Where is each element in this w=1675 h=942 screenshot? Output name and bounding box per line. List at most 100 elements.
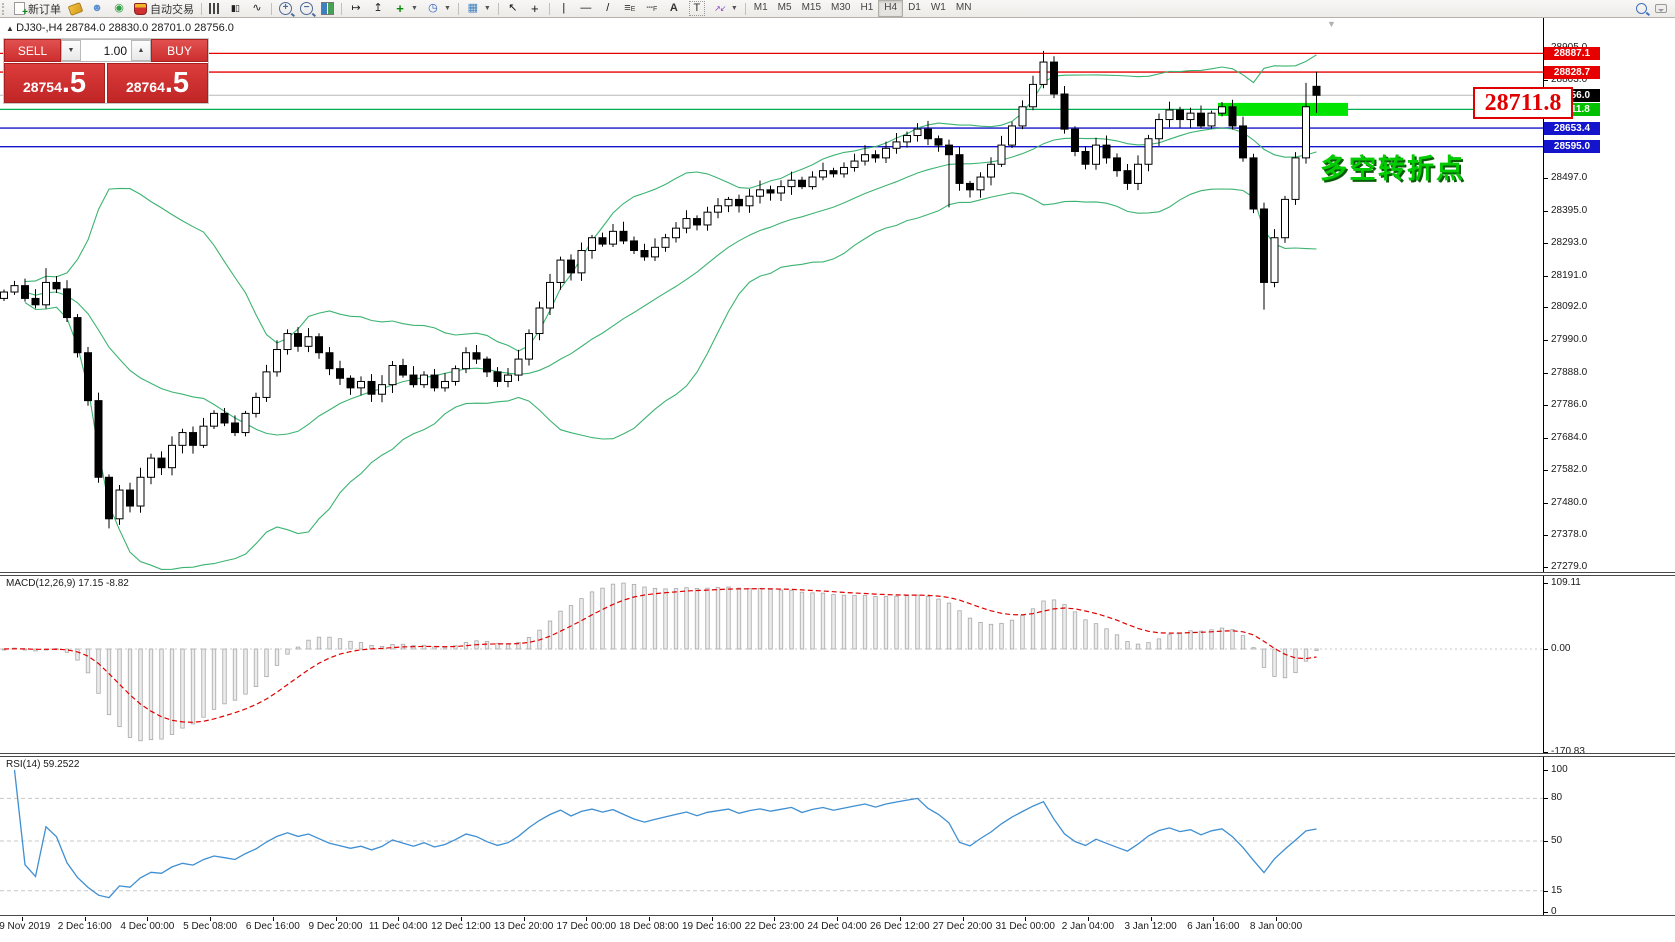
time-label: 26 Dec 12:00 (870, 921, 930, 932)
crosshair-tool-button[interactable] (524, 1, 546, 16)
axis-tick (1543, 503, 1548, 504)
indicators-button[interactable]: ▼ (389, 1, 422, 16)
axis-tick (1543, 80, 1548, 81)
toolbar-drag-handle[interactable] (2, 3, 8, 15)
toolbar-separator (458, 3, 459, 15)
chart-canvas[interactable] (0, 0, 1675, 942)
time-label: 2 Dec 16:00 (58, 921, 112, 932)
new-order-button[interactable]: 新订单 (10, 1, 65, 16)
axis-tick (1543, 567, 1548, 568)
axis-tick (1543, 307, 1548, 308)
volume-stepper: ▼ ▲ (61, 39, 151, 62)
toolbar-separator (341, 3, 342, 15)
zoom-in-button[interactable]: + (275, 1, 296, 16)
tile-windows-icon (321, 2, 334, 15)
chart-shift-icon (371, 2, 385, 15)
rsi-scale-label: 15 (1551, 885, 1562, 896)
zoom-out-icon: − (300, 2, 313, 15)
auto-scroll-button[interactable] (345, 1, 367, 16)
axis-tick (1543, 649, 1548, 650)
axis-tick (1543, 770, 1548, 771)
toolbar-separator (549, 3, 550, 15)
channel-button[interactable] (641, 1, 663, 16)
vertical-line-button[interactable] (553, 1, 575, 16)
toolbar-separator (745, 3, 746, 15)
time-label: 13 Dec 20:00 (494, 921, 554, 932)
chart-shift-button[interactable] (367, 1, 389, 16)
price-tick-label: 27684.0 (1551, 432, 1587, 443)
time-label: 3 Jan 12:00 (1124, 921, 1176, 932)
periods-button[interactable]: ▼ (422, 1, 455, 16)
text-icon (667, 2, 681, 15)
fibonacci-button[interactable] (619, 1, 641, 16)
volume-input[interactable] (81, 40, 131, 61)
chevron-down-icon: ▼ (411, 5, 418, 12)
candle-chart-button[interactable] (224, 1, 246, 16)
templates-button[interactable]: ▼ (462, 1, 495, 16)
timeframe-button-w1[interactable]: W1 (926, 0, 951, 15)
zoom-in-icon: + (279, 2, 292, 15)
collapse-panel-arrow-icon[interactable]: ▲ (6, 24, 16, 33)
zoom-out-button[interactable]: − (296, 1, 317, 16)
chart-macd-separator[interactable] (0, 572, 1675, 576)
text-tool-button[interactable] (663, 1, 685, 16)
macd-scale-label: 0.00 (1551, 643, 1570, 654)
text-label-icon (689, 1, 705, 16)
time-label: 4 Dec 00:00 (120, 921, 174, 932)
community-button[interactable] (86, 1, 108, 16)
timeframe-button-mn[interactable]: MN (951, 0, 977, 15)
cursor-tool-button[interactable] (502, 1, 524, 16)
timeframe-button-d1[interactable]: D1 (903, 0, 926, 15)
autotrading-button[interactable]: 自动交易 (130, 1, 198, 16)
time-label: 27 Dec 20:00 (933, 921, 993, 932)
volume-decrease-button[interactable]: ▼ (61, 40, 81, 61)
line-chart-button[interactable] (246, 1, 268, 16)
timeframe-group: M1M5M15M30H1H4D1W1MN (749, 0, 977, 17)
toolbar-separator (271, 3, 272, 15)
sell-button[interactable]: SELL (4, 39, 61, 62)
price-callout-box[interactable]: 28711.8 (1473, 87, 1573, 119)
search-icon[interactable] (1636, 3, 1647, 14)
rsi-scale-label: 80 (1551, 792, 1562, 803)
channel-icon (645, 2, 659, 15)
axis-tick (1543, 243, 1548, 244)
axis-tick (1543, 276, 1548, 277)
macd-rsi-separator[interactable] (0, 753, 1675, 757)
time-label: 5 Dec 08:00 (183, 921, 237, 932)
auto-scroll-icon (349, 2, 363, 15)
sell-price-main: 28754 (23, 79, 62, 95)
symbol-info: ▲ DJ30-,H4 28784.0 28830.0 28701.0 28756… (6, 22, 234, 34)
symbol-ohlc-text: DJ30-,H4 28784.0 28830.0 28701.0 28756.0 (16, 22, 234, 34)
label-tool-button[interactable] (685, 1, 709, 16)
volume-increase-button[interactable]: ▲ (131, 40, 151, 61)
bar-chart-button[interactable] (205, 1, 224, 16)
horizontal-line-button[interactable] (575, 1, 597, 16)
template-icon (466, 2, 480, 15)
price-tick-label: 28395.0 (1551, 205, 1587, 216)
chat-icon[interactable] (1655, 4, 1667, 13)
timeframe-button-h1[interactable]: H1 (855, 0, 878, 15)
axis-tick (1543, 211, 1548, 212)
buy-price-main: 28764 (126, 79, 165, 95)
timeframe-button-m15[interactable]: M15 (797, 0, 826, 15)
price-tick-label: 28092.0 (1551, 301, 1587, 312)
timeframe-button-m5[interactable]: M5 (773, 0, 797, 15)
rsi-scale-label: 50 (1551, 835, 1562, 846)
styler-button[interactable] (65, 1, 86, 16)
tile-windows-button[interactable] (317, 1, 338, 16)
time-label: 6 Jan 16:00 (1187, 921, 1239, 932)
signals-button[interactable] (108, 1, 130, 16)
timeframe-button-m1[interactable]: M1 (749, 0, 773, 15)
signal-icon (112, 2, 126, 15)
buy-button[interactable]: BUY (151, 39, 208, 62)
arrows-tool-button[interactable]: ▼ (709, 1, 742, 16)
buy-price-button[interactable]: 28764 .5 (107, 63, 208, 103)
sell-price-button[interactable]: 28754 .5 (4, 63, 105, 103)
timeframe-button-h4[interactable]: H4 (878, 0, 903, 17)
axis-tick (1543, 340, 1548, 341)
trendline-button[interactable] (597, 1, 619, 16)
timeframe-button-m30[interactable]: M30 (826, 0, 855, 15)
chevron-down-icon: ▼ (731, 5, 738, 12)
price-tick-label: 27888.0 (1551, 367, 1587, 378)
turning-point-annotation[interactable]: 多空转折点 (1320, 147, 1465, 186)
